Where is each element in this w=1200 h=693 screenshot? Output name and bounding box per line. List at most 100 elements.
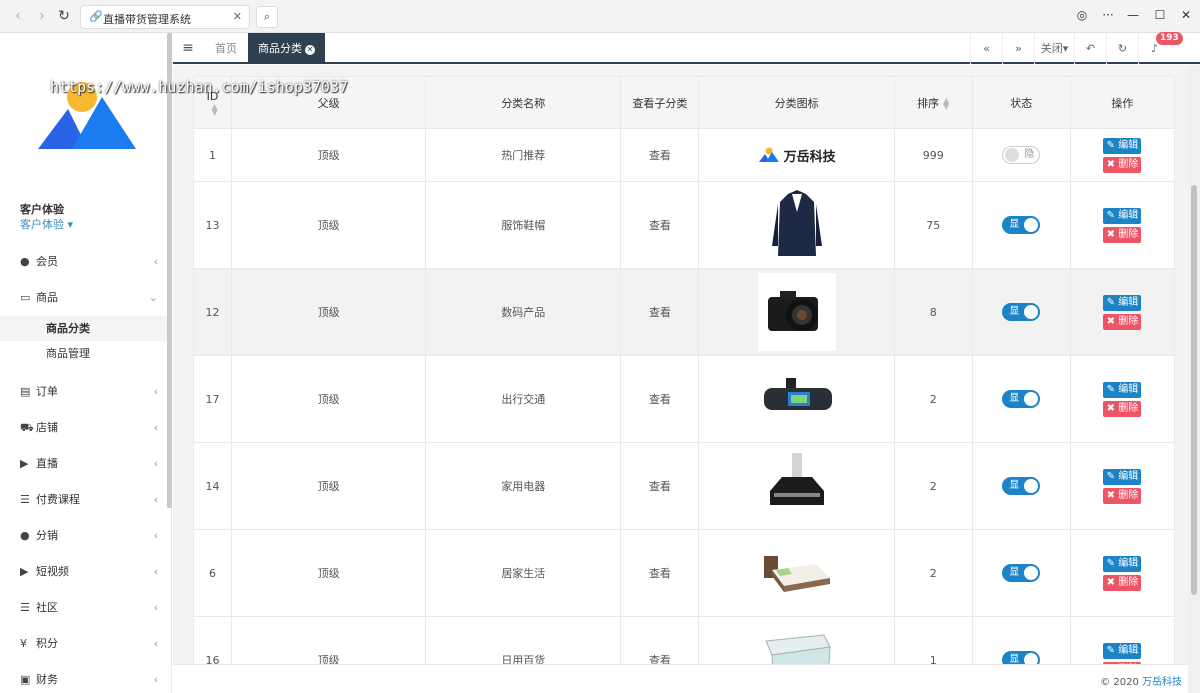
sidebar-subitem-label: 商品管理 <box>46 347 90 360</box>
chevron-left-icon: ‹ <box>153 493 158 506</box>
page-scrollbar[interactable] <box>1188 65 1200 693</box>
close-window-icon[interactable]: ✕ <box>1177 8 1195 22</box>
cell-sort: 2 <box>893 529 973 617</box>
sidebar-scrollbar[interactable] <box>167 33 172 508</box>
scroll-right-icon[interactable]: » <box>1002 33 1034 64</box>
status-toggle[interactable]: 显 <box>1002 651 1041 664</box>
mirror-image <box>757 360 836 438</box>
footer-company-link[interactable]: 万岳科技 <box>1142 677 1182 688</box>
tab-category-label: 商品分类 <box>258 42 302 55</box>
sidebar-item-label: 店铺 <box>36 421 58 434</box>
browser-tab-title: 直播带货管理系统 <box>103 13 191 26</box>
delete-button[interactable]: ✖ 删除 <box>1103 313 1142 330</box>
minimize-icon[interactable]: — <box>1124 8 1142 22</box>
sidebar-item-finance[interactable]: ▣ 财务 ‹ <box>0 665 171 693</box>
status-toggle[interactable]: 隐 <box>1002 146 1041 164</box>
box-image <box>757 621 836 664</box>
chevron-left-icon: ‹ <box>153 421 158 434</box>
sidebar-subitem-product-manage[interactable]: 商品管理 <box>0 341 171 366</box>
delete-button[interactable]: ✖ 删除 <box>1103 226 1142 243</box>
money-icon: ▣ <box>20 673 31 686</box>
view-sub-link[interactable]: 查看 <box>620 355 700 443</box>
sidebar-item-short-video[interactable]: ▶ 短视频 ‹ <box>0 557 171 587</box>
status-toggle[interactable]: 显 <box>1002 303 1041 321</box>
scrollbar-thumb[interactable] <box>1191 185 1197 595</box>
header-view-sub: 查看子分类 <box>620 76 700 129</box>
sidebar-item-live[interactable]: ▶ 直播 ‹ <box>0 449 171 479</box>
close-icon[interactable]: ✕ <box>305 45 315 55</box>
reload-icon[interactable]: ↻ <box>54 6 74 26</box>
status-toggle[interactable]: 显 <box>1002 564 1041 582</box>
delete-button[interactable]: ✖ 删除 <box>1103 487 1142 504</box>
sidebar-subitem-category[interactable]: 商品分类 <box>0 316 171 341</box>
sidebar-item-label: 积分 <box>36 637 58 650</box>
close-tabs-dropdown[interactable]: 关闭▾ <box>1034 33 1074 64</box>
edit-button[interactable]: ✎ 编辑 <box>1103 207 1142 224</box>
edit-button[interactable]: ✎ 编辑 <box>1103 468 1142 485</box>
sidebar-item-product[interactable]: ▭ 商品 ⌄ <box>0 283 171 313</box>
tab-category[interactable]: 商品分类 ✕ <box>248 33 325 64</box>
sidebar-subitem-label: 商品分类 <box>46 322 90 335</box>
close-icon[interactable]: ✕ <box>233 10 242 23</box>
edit-button[interactable]: ✎ 编辑 <box>1103 381 1142 398</box>
sidebar-item-points[interactable]: ¥ 积分 ‹ <box>0 629 171 659</box>
view-sub-link[interactable]: 查看 <box>620 442 700 530</box>
cell-icon <box>698 355 895 443</box>
edit-button[interactable]: ✎ 编辑 <box>1103 137 1142 154</box>
back-icon[interactable]: ‹ <box>8 6 28 26</box>
cell-actions: ✎ 编辑 ✖ 删除 <box>1069 128 1176 182</box>
delete-button[interactable]: ✖ 删除 <box>1103 400 1142 417</box>
sort-icon[interactable]: ▲ ▼ <box>211 102 217 116</box>
bell-icon[interactable]: ♪ 193 <box>1138 32 1183 64</box>
sidebar-item-member[interactable]: ● 会员 ‹ <box>0 247 171 277</box>
cell-status: 显 <box>971 181 1071 269</box>
view-sub-link[interactable]: 查看 <box>620 616 700 664</box>
sidebar-item-course[interactable]: ☰ 付费课程 ‹ <box>0 485 171 515</box>
cell-id: 12 <box>192 268 233 356</box>
scroll-left-icon[interactable]: « <box>970 33 1002 64</box>
sort-icon[interactable]: ▲ ▼ <box>943 96 949 110</box>
search-icon[interactable]: ⌕ <box>256 6 278 28</box>
forward-icon[interactable]: › <box>32 6 52 26</box>
cell-status: 隐 <box>971 128 1071 182</box>
sidebar-item-order[interactable]: ▤ 订单 ‹ <box>0 377 171 407</box>
cell-icon <box>698 181 895 269</box>
header-sort[interactable]: 排序 ▲ ▼ <box>893 76 973 129</box>
refresh-icon[interactable]: ↻ <box>1106 33 1138 64</box>
menu-toggle-icon[interactable]: ≡ <box>173 33 203 64</box>
tab-home[interactable]: 首页 <box>205 33 247 64</box>
cell-status: 显 <box>971 529 1071 617</box>
table-row: 6 顶级 居家生活 查看 2 显 ✎ 编辑 ✖ 删除 <box>192 529 1176 617</box>
edit-button[interactable]: ✎ 编辑 <box>1103 294 1142 311</box>
sidebar-item-distribution[interactable]: ● 分销 ‹ <box>0 521 171 551</box>
cell-id: 17 <box>192 355 233 443</box>
edit-button[interactable]: ✎ 编辑 <box>1103 555 1142 572</box>
maximize-icon[interactable]: ☐ <box>1151 8 1169 22</box>
chevron-left-icon: ‹ <box>153 385 158 398</box>
edit-button[interactable]: ✎ 编辑 <box>1103 642 1142 659</box>
more-icon[interactable]: ··· <box>1099 8 1117 22</box>
sidebar-item-shop[interactable]: ⛟ 店铺 ‹ <box>0 413 171 443</box>
status-toggle[interactable]: 显 <box>1002 477 1041 495</box>
cell-parent: 顶级 <box>231 616 427 664</box>
users-icon: ● <box>20 529 30 542</box>
order-icon: ▤ <box>20 385 31 398</box>
cell-parent: 顶级 <box>231 529 427 617</box>
sidebar: 客户体验 客户体验 ▾ ● 会员 ‹ ▭ 商品 ⌄ 商品分类 商品管理 ▤ 订单 ‹ ⛟ 店铺… <box>0 33 172 693</box>
globe-icon[interactable]: ◎ <box>1073 8 1091 22</box>
view-sub-link[interactable]: 查看 <box>620 128 700 182</box>
cell-id: 13 <box>192 181 233 269</box>
sidebar-item-community[interactable]: ☰ 社区 ‹ <box>0 593 171 623</box>
status-toggle[interactable]: 显 <box>1002 390 1041 408</box>
delete-button[interactable]: ✖ 删除 <box>1103 156 1142 173</box>
sidebar-item-label: 商品 <box>36 291 58 304</box>
browser-tab[interactable]: 🔗 直播带货管理系统 ✕ <box>80 5 250 29</box>
delete-button[interactable]: ✖ 删除 <box>1103 574 1142 591</box>
status-toggle[interactable]: 显 <box>1002 216 1041 234</box>
view-sub-link[interactable]: 查看 <box>620 268 700 356</box>
user-role-dropdown[interactable]: 客户体验 ▾ <box>20 216 73 232</box>
view-sub-link[interactable]: 查看 <box>620 529 700 617</box>
back-icon[interactable]: ↶ <box>1074 33 1106 64</box>
camera-image <box>757 273 836 351</box>
view-sub-link[interactable]: 查看 <box>620 181 700 269</box>
